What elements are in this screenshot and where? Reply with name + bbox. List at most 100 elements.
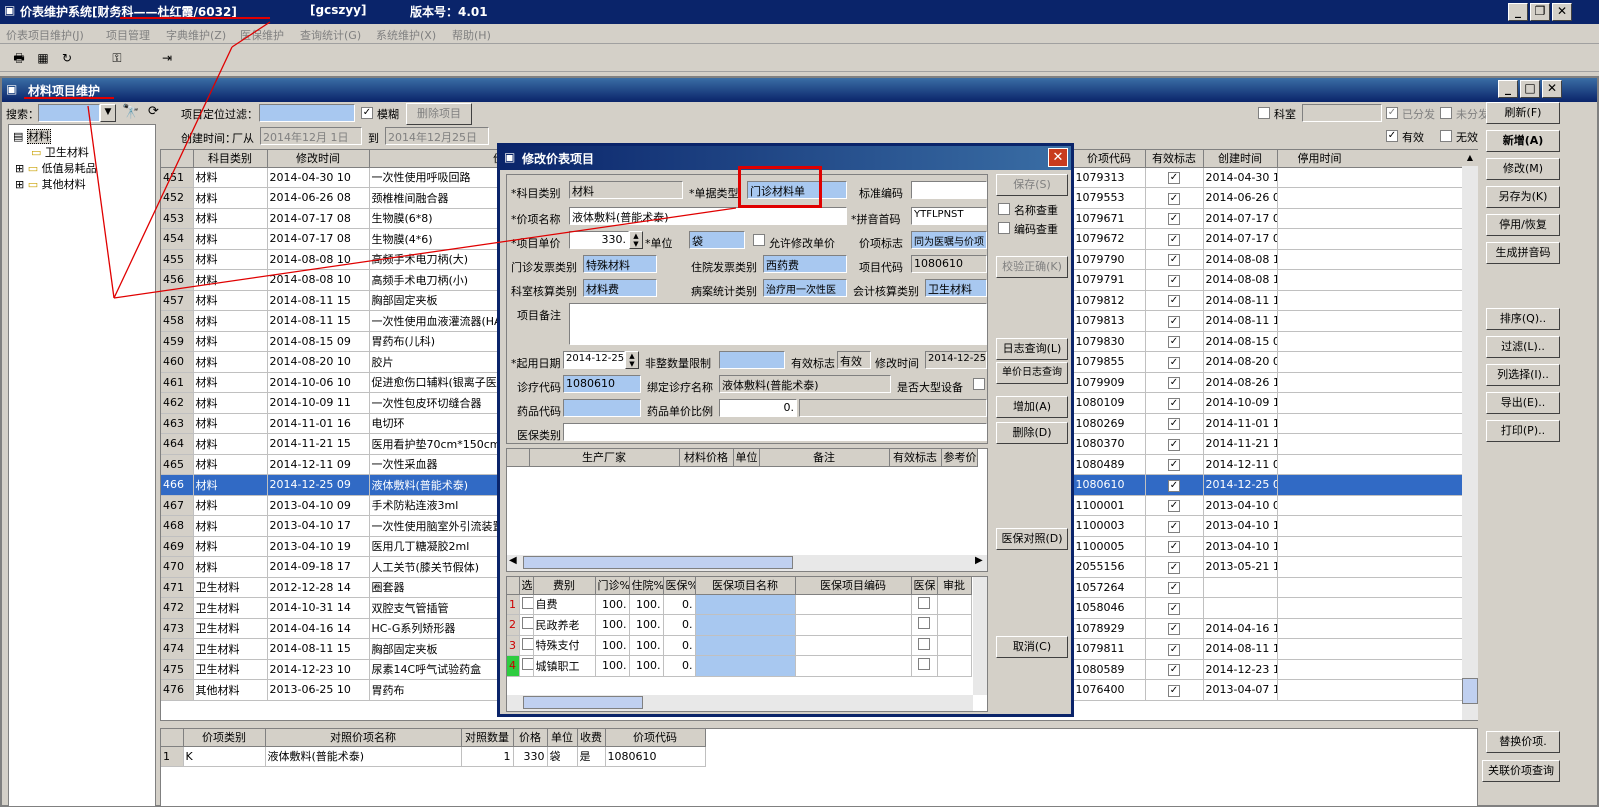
col-header[interactable]: 费别: [533, 577, 596, 595]
export-button[interactable]: 导出(E)..: [1486, 392, 1560, 414]
accounting-field[interactable]: 卫生材料: [925, 279, 987, 297]
disable-restore-button[interactable]: 停用/恢复: [1486, 214, 1560, 236]
col-header[interactable]: 生产厂家: [529, 449, 680, 467]
col-header[interactable]: 医保%: [663, 577, 696, 595]
col-header[interactable]: 对照价项名称: [265, 729, 462, 747]
tree-item[interactable]: ▭ 卫生材料: [31, 144, 89, 160]
scroll-up-icon[interactable]: ▲: [1462, 150, 1478, 166]
col-header[interactable]: 收费: [577, 729, 606, 747]
col-header[interactable]: 参考价格: [941, 449, 978, 467]
key-icon[interactable]: ⚿: [108, 49, 126, 67]
fee-row[interactable]: 4 城镇职工 100. 100. 0.: [507, 655, 972, 677]
name-dup-checkbox[interactable]: [998, 203, 1010, 215]
valid-flag-checkbox[interactable]: ✓: [1168, 377, 1180, 390]
item-flag-field[interactable]: 同为医嘱与价项: [911, 231, 987, 249]
grid-scrollbar[interactable]: ▲: [1462, 150, 1478, 720]
col-header[interactable]: 医保: [911, 577, 938, 595]
scroll-left-icon[interactable]: ◀: [509, 555, 517, 566]
exit-icon[interactable]: ⇥: [158, 49, 176, 67]
grid-icon[interactable]: ▦: [34, 49, 52, 67]
col-header[interactable]: 单位: [733, 449, 760, 467]
fee-hscrollbar[interactable]: [507, 695, 973, 711]
valid-flag-checkbox[interactable]: ✓: [1168, 213, 1180, 226]
menu-item-price[interactable]: 价表项目维护(J): [6, 27, 84, 43]
col-header[interactable]: 科目类别: [193, 150, 268, 168]
col-header[interactable]: 单位: [547, 729, 578, 747]
valid-flag-checkbox[interactable]: ✓: [1168, 274, 1180, 287]
bound-treatment-field[interactable]: 液体敷料(普能术泰): [719, 375, 891, 393]
valid-flag-checkbox[interactable]: ✓: [1168, 459, 1180, 472]
date-to-input[interactable]: 2014年12月25日: [385, 127, 489, 145]
col-header[interactable]: 审批: [937, 577, 972, 595]
drug-code-field[interactable]: [563, 399, 641, 417]
modify-button[interactable]: 修改(M): [1486, 158, 1560, 180]
allow-price-checkbox[interactable]: [753, 234, 765, 246]
valid-flag-checkbox[interactable]: ✓: [1168, 500, 1180, 513]
refresh-button[interactable]: 刷新(F): [1486, 102, 1560, 124]
valid-flag-checkbox[interactable]: ✓: [1168, 438, 1180, 451]
add-row-button[interactable]: 增加(A): [996, 396, 1068, 418]
unit-field[interactable]: 袋: [689, 231, 745, 249]
col-header[interactable]: 住院%: [629, 577, 664, 595]
select-checkbox[interactable]: [521, 596, 532, 609]
menu-item-project[interactable]: 项目管理: [106, 27, 150, 43]
save-as-button[interactable]: 另存为(K): [1486, 186, 1560, 208]
code-dup-checkbox[interactable]: [998, 222, 1010, 234]
valid-flag-checkbox[interactable]: ✓: [1168, 520, 1180, 533]
std-code-field[interactable]: [911, 181, 987, 199]
col-header[interactable]: 停用时间: [1277, 150, 1464, 168]
distributed-checkbox[interactable]: ✓: [1386, 107, 1398, 119]
select-checkbox[interactable]: [521, 617, 532, 630]
menu-item-system[interactable]: 系统维护(X): [376, 27, 436, 43]
mdi-close-icon[interactable]: ✕: [1542, 80, 1562, 98]
insurance-checkbox[interactable]: [918, 596, 930, 609]
verify-button[interactable]: 校验正确(K): [996, 256, 1068, 278]
menu-item-insurance[interactable]: 医保维护: [240, 27, 284, 43]
date-from-input[interactable]: 2014年12月 1日: [260, 127, 362, 145]
scroll-thumb[interactable]: [523, 696, 643, 709]
valid-flag-checkbox[interactable]: ✓: [1168, 397, 1180, 410]
add-button[interactable]: 新增(A): [1486, 130, 1560, 152]
col-header[interactable]: 选: [519, 577, 534, 595]
valid-flag-checkbox[interactable]: ✓: [1168, 192, 1180, 205]
minimize-icon[interactable]: _: [1508, 3, 1528, 21]
outpatient-invoice-field[interactable]: 特殊材料: [583, 255, 657, 273]
restore-icon[interactable]: ❐: [1530, 3, 1550, 21]
scroll-right-icon[interactable]: ▶: [975, 555, 983, 566]
delete-row-button[interactable]: 删除(D): [996, 422, 1068, 444]
column-select-button[interactable]: 列选择(I)..: [1486, 364, 1560, 386]
col-header[interactable]: 修改时间: [267, 150, 370, 168]
price-field[interactable]: 330.: [569, 231, 629, 249]
scroll-thumb[interactable]: [1462, 678, 1478, 704]
dialog-close-icon[interactable]: ✕: [1048, 148, 1068, 167]
mdi-minimize-icon[interactable]: _: [1498, 80, 1518, 98]
fee-vscrollbar[interactable]: [973, 577, 987, 695]
inpatient-invoice-field[interactable]: 西药费: [763, 255, 847, 273]
col-header[interactable]: 对照数量: [461, 729, 514, 747]
valid-flag-checkbox[interactable]: ✓: [1168, 254, 1180, 267]
fuzzy-checkbox[interactable]: ✓: [361, 107, 373, 119]
col-header[interactable]: 价格: [513, 729, 548, 747]
col-header[interactable]: 价项代码: [605, 729, 706, 747]
col-header[interactable]: 医保项目名称: [695, 577, 796, 595]
valid-flag-checkbox[interactable]: ✓: [1168, 664, 1180, 677]
mfr-hscrollbar[interactable]: ◀ ▶: [507, 555, 987, 571]
print-button[interactable]: 打印(P)..: [1486, 420, 1560, 442]
delete-item-button[interactable]: 删除项目: [406, 103, 472, 125]
chevron-down-icon[interactable]: ▼: [100, 104, 116, 122]
col-header[interactable]: 价项代码: [1073, 150, 1146, 168]
large-device-checkbox[interactable]: [973, 378, 985, 390]
table-row[interactable]: 1 K 液体敷料(普能术泰) 1 330 袋是 1080610: [161, 746, 706, 767]
col-header[interactable]: 门诊%: [595, 577, 630, 595]
valid-flag-checkbox[interactable]: ✓: [1168, 356, 1180, 369]
valid-flag-checkbox[interactable]: ✓: [1168, 315, 1180, 328]
fee-row[interactable]: 2 民政养老 100. 100. 0.: [507, 614, 972, 636]
filter-button[interactable]: 过滤(L)..: [1486, 336, 1560, 358]
menu-item-dict[interactable]: 字典维护(Z): [166, 27, 226, 43]
print-icon[interactable]: 🖶: [10, 49, 28, 67]
menu-item-help[interactable]: 帮助(H): [452, 27, 491, 43]
col-header[interactable]: 医保项目编码: [795, 577, 912, 595]
close-icon[interactable]: ✕: [1552, 3, 1572, 21]
valid-flag-checkbox[interactable]: ✓: [1168, 336, 1180, 349]
valid-flag-checkbox[interactable]: ✓: [1168, 541, 1180, 554]
